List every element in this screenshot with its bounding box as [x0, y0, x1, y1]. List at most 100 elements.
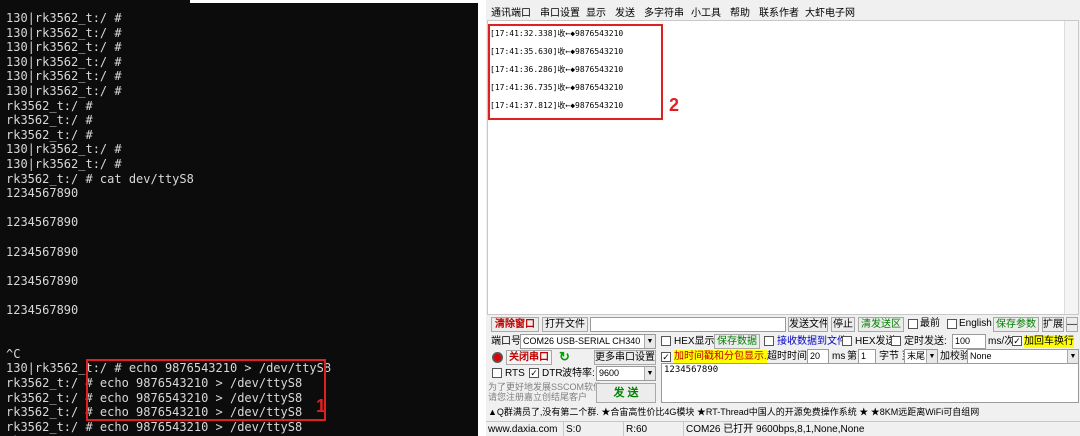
- more-serial-settings-button[interactable]: 更多串口设置: [594, 350, 656, 365]
- terminal-line: 1234567890: [6, 273, 79, 288]
- terminal-line: 1234567890: [6, 244, 79, 259]
- terminal-line: 1234567890: [6, 215, 79, 230]
- clear-send-area-button[interactable]: 清发送区: [858, 317, 904, 332]
- save-data-button[interactable]: 保存数据: [714, 334, 760, 349]
- dtr-checkbox[interactable]: ✓: [529, 368, 539, 378]
- menu-bar: 通讯端口 串口设置 显示 发送 多字符串 小工具 帮助 联系作者 大虾电子网: [486, 0, 1080, 20]
- terminal-line: 130|rk3562_t:/ #: [6, 69, 122, 84]
- terminal-line: 130|rk3562_t:/ #: [6, 40, 122, 55]
- menu-send[interactable]: 发送: [615, 4, 635, 19]
- terminal-line: rk3562_t:/ #: [6, 127, 93, 142]
- recv-to-file-label: 接收数据到文件: [777, 336, 847, 347]
- terminal-line: 130|rk3562_t:/ #: [6, 11, 122, 25]
- annotation-number-1: 1: [316, 396, 327, 416]
- timeout-unit: ms: [832, 351, 846, 362]
- recv-to-file-checkbox[interactable]: [764, 336, 774, 346]
- terminal-line: rk3562_t:/ #: [6, 113, 93, 128]
- terminal-window[interactable]: 130|rk3562_t:/ #130|rk3562_t:/ #130|rk35…: [0, 0, 478, 436]
- terminal-line: rk3562_t:/ #: [6, 98, 93, 113]
- status-sent: S:0: [564, 422, 624, 436]
- ad-bar[interactable]: ▲Q群满员了,没有第二个群. ★合宙高性价比4G模块 ★RT-Thread中国人…: [486, 405, 1080, 419]
- send-file-button[interactable]: 发送文件: [788, 317, 828, 332]
- interval-unit: ms/次: [988, 336, 1015, 347]
- terminal-line: 130|rk3562_t:/ #: [6, 54, 122, 69]
- status-site[interactable]: www.daxia.com: [486, 422, 564, 436]
- checksum-select[interactable]: None ▼: [967, 349, 1079, 364]
- append-newline-label: 加回车换行: [1024, 335, 1074, 348]
- terminal-line: 130|rk3562_t:/ #: [6, 142, 122, 157]
- receive-area[interactable]: [17:41:32.338]收←◆9876543210 [17:41:35.630…: [487, 20, 1079, 315]
- terminal-line: 130|rk3562_t:/ #: [6, 84, 122, 98]
- chevron-down-icon: ▼: [1067, 350, 1078, 363]
- send-textarea[interactable]: 1234567890: [661, 363, 1079, 403]
- terminal-line: 1234567890: [6, 303, 79, 317]
- chevron-down-icon: ▼: [644, 335, 655, 348]
- nth-label: 第: [847, 351, 857, 362]
- clear-window-button[interactable]: 清除窗口: [491, 317, 539, 332]
- send-button[interactable]: 发 送: [596, 383, 656, 403]
- checksum-value: None: [970, 351, 992, 361]
- menu-comm-port[interactable]: 通讯端口: [491, 4, 531, 19]
- expand-button[interactable]: 扩展: [1042, 317, 1064, 332]
- refresh-icon[interactable]: ↻: [559, 350, 573, 364]
- chevron-down-icon: ▼: [926, 350, 937, 363]
- end-select[interactable]: 末尾 ▼: [904, 349, 938, 364]
- rts-label: RTS: [505, 368, 525, 379]
- menu-multi-string[interactable]: 多字符串: [644, 4, 684, 19]
- terminal-line: 1234567890: [6, 186, 79, 201]
- timestamp-split-label: 加时间戳和分包显示.: [674, 350, 767, 363]
- terminal-line: rk3562_t:/ # cat dev/ttyS8: [6, 171, 194, 186]
- nth-input[interactable]: 1: [858, 349, 876, 364]
- baud-select[interactable]: 9600 ▼: [596, 366, 656, 381]
- hex-send-label: HEX发送: [855, 336, 896, 347]
- annotation-number-2: 2: [669, 95, 680, 115]
- topmost-label: 最前: [920, 318, 940, 329]
- terminal-line: 130|rk3562_t:/ #: [6, 25, 122, 40]
- port-status-indicator: [492, 352, 503, 363]
- interval-input[interactable]: 100: [952, 334, 986, 349]
- english-checkbox[interactable]: [947, 319, 957, 329]
- baud-label: 波特率:: [562, 368, 595, 379]
- port-select[interactable]: COM26 USB-SERIAL CH340 ▼: [520, 334, 656, 349]
- chevron-down-icon: ▼: [644, 367, 655, 380]
- receive-scrollbar[interactable]: [1064, 21, 1078, 314]
- port-label: 端口号: [491, 336, 521, 347]
- timeout-label: 超时时间:: [767, 351, 810, 362]
- terminal-line: 130|rk3562_t:/ #: [6, 157, 122, 171]
- dtr-label: DTR: [542, 368, 563, 379]
- menu-tools[interactable]: 小工具: [691, 4, 721, 19]
- timeout-input[interactable]: 20: [807, 349, 829, 364]
- baud-value: 9600: [599, 368, 620, 378]
- promo-text: 为了更好地发展SSCOM软件 请您注册嘉立创结尾客户: [488, 382, 603, 402]
- timed-send-label: 定时发送:: [904, 336, 947, 347]
- menu-daxia-website[interactable]: 大虾电子网: [805, 4, 855, 19]
- stop-button[interactable]: 停止: [831, 317, 855, 332]
- status-port: COM26 已打开 9600bps,8,1,None,None: [686, 424, 865, 435]
- sscom-window: 通讯端口 串口设置 显示 发送 多字符串 小工具 帮助 联系作者 大虾电子网 […: [486, 0, 1080, 436]
- menu-help[interactable]: 帮助: [730, 4, 750, 19]
- rts-checkbox[interactable]: [492, 368, 502, 378]
- hex-send-checkbox[interactable]: [842, 336, 852, 346]
- file-path-input[interactable]: [590, 317, 786, 332]
- timestamp-checkbox[interactable]: ✓: [661, 352, 671, 362]
- open-file-button[interactable]: 打开文件: [542, 317, 588, 332]
- append-newline-checkbox[interactable]: ✓: [1012, 336, 1022, 346]
- english-label: English: [959, 318, 992, 329]
- port-value: COM26 USB-SERIAL CH340: [523, 336, 641, 346]
- timed-send-checkbox[interactable]: [891, 336, 901, 346]
- menu-display[interactable]: 显示: [586, 4, 606, 19]
- hex-display-label: HEX显示: [674, 336, 715, 347]
- received-data-highlight: [488, 24, 663, 120]
- save-params-button[interactable]: 保存参数: [993, 317, 1039, 332]
- echo-commands-highlight: [86, 359, 326, 421]
- menu-contact-author[interactable]: 联系作者: [759, 4, 799, 19]
- topmost-checkbox[interactable]: [908, 319, 918, 329]
- end-value: 末尾: [907, 351, 926, 361]
- terminal-line: rk3562_t:/ # echo 9876543210 > /dev/ttyS…: [6, 419, 303, 434]
- hex-display-checkbox[interactable]: [661, 336, 671, 346]
- close-port-button[interactable]: 关闭串口: [506, 350, 552, 365]
- collapse-button[interactable]: —: [1066, 317, 1078, 332]
- terminal-line: ^C: [6, 346, 21, 361]
- menu-serial-settings[interactable]: 串口设置: [540, 4, 580, 19]
- status-received: R:60: [624, 422, 684, 436]
